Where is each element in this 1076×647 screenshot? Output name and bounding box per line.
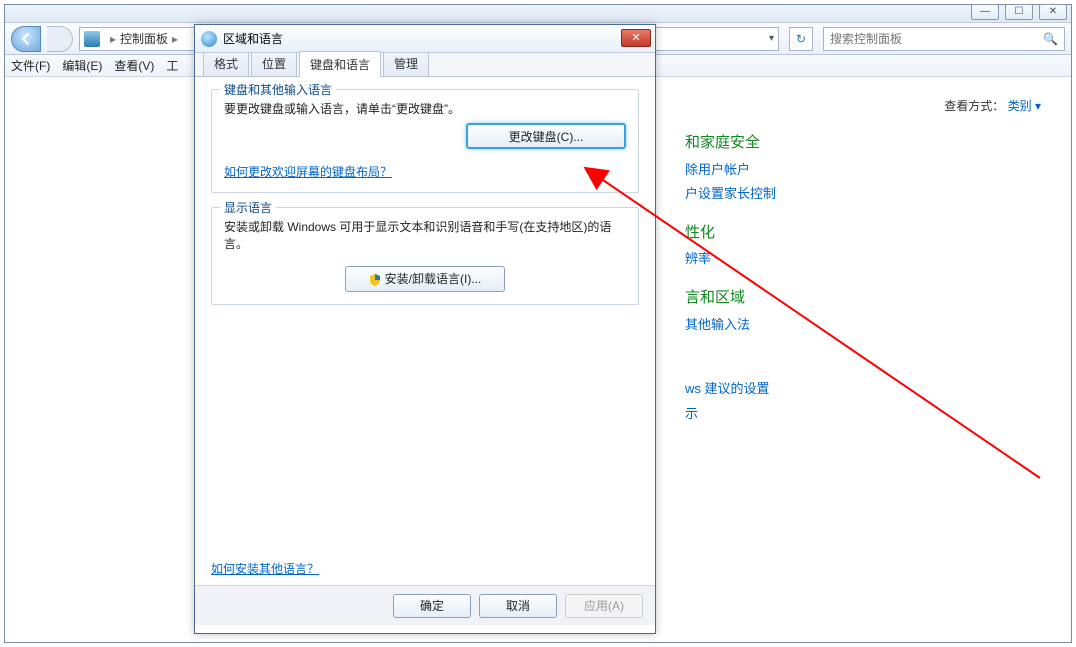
category-link[interactable]: 示 xyxy=(685,402,1011,427)
search-box[interactable]: 🔍 xyxy=(823,27,1065,51)
dialog-titlebar: 区域和语言 ✕ xyxy=(195,25,655,53)
menu-view[interactable]: 查看(V) xyxy=(114,57,154,74)
category-title-2[interactable]: 性化 xyxy=(685,219,1011,248)
category-link[interactable]: 除用户帐户 xyxy=(685,158,1011,183)
group-desc: 要更改键盘或输入语言，请单击“更改键盘”。 xyxy=(224,100,626,117)
apply-button[interactable]: 应用(A) xyxy=(565,594,643,618)
close-button[interactable]: ✕ xyxy=(1039,4,1067,20)
breadcrumb-sep-2: ▸ xyxy=(172,32,178,46)
category-link[interactable]: 户设置家长控制 xyxy=(685,182,1011,207)
ok-button[interactable]: 确定 xyxy=(393,594,471,618)
cancel-button[interactable]: 取消 xyxy=(479,594,557,618)
dialog-footer: 确定 取消 应用(A) xyxy=(195,585,655,625)
view-mode-label: 查看方式： xyxy=(944,99,1004,113)
titlebar: — ☐ ✕ xyxy=(5,5,1071,23)
group-title: 键盘和其他输入语言 xyxy=(220,81,336,98)
dialog-title: 区域和语言 xyxy=(223,30,283,47)
menu-tools[interactable]: 工 xyxy=(166,57,178,74)
category-link[interactable]: 其他输入法 xyxy=(685,313,1011,338)
change-keyboard-button[interactable]: 更改键盘(C)... xyxy=(466,123,626,149)
refresh-button[interactable]: ↻ xyxy=(789,27,813,51)
menu-edit[interactable]: 编辑(E) xyxy=(62,57,102,74)
view-mode: 查看方式： 类别 ▾ xyxy=(944,97,1041,114)
install-uninstall-language-button[interactable]: 安装/卸载语言(I)... xyxy=(345,266,505,292)
category-link[interactable]: 辨率 xyxy=(685,247,1011,272)
tab-admin[interactable]: 管理 xyxy=(383,50,429,76)
welcome-layout-link[interactable]: 如何更改欢迎屏幕的键盘布局？ xyxy=(224,165,392,179)
category-title-1[interactable]: 和家庭安全 xyxy=(685,129,1011,158)
category-link[interactable]: ws 建议的设置 xyxy=(685,377,1011,402)
menu-file[interactable]: 文件(F) xyxy=(11,57,50,74)
group-display-language: 显示语言 安装或卸载 Windows 可用于显示文本和识别语音和手写(在支持地区… xyxy=(211,207,639,305)
region-language-dialog: 区域和语言 ✕ 格式 位置 键盘和语言 管理 键盘和其他输入语言 要更改键盘或输… xyxy=(194,24,656,634)
globe-icon xyxy=(201,31,217,47)
install-other-language-link[interactable]: 如何安装其他语言？ xyxy=(211,562,319,576)
tab-location[interactable]: 位置 xyxy=(251,50,297,76)
group-desc: 安装或卸载 Windows 可用于显示文本和识别语音和手写(在支持地区)的语言。 xyxy=(224,218,626,252)
minimize-button[interactable]: — xyxy=(971,4,999,20)
nav-back-button[interactable] xyxy=(11,26,41,52)
breadcrumb-sep: ▸ xyxy=(110,32,116,46)
tab-keyboard-language[interactable]: 键盘和语言 xyxy=(299,51,381,77)
search-icon: 🔍 xyxy=(1043,32,1058,46)
control-panel-icon xyxy=(84,31,100,47)
group-title: 显示语言 xyxy=(220,199,276,216)
search-input[interactable] xyxy=(830,32,1043,46)
breadcrumb-root[interactable]: 控制面板 xyxy=(120,30,168,47)
category-title-3[interactable]: 言和区域 xyxy=(685,284,1011,313)
dialog-body: 键盘和其他输入语言 要更改键盘或输入语言，请单击“更改键盘”。 更改键盘(C).… xyxy=(195,77,655,585)
dialog-close-button[interactable]: ✕ xyxy=(621,29,651,47)
view-mode-value[interactable]: 类别 ▾ xyxy=(1008,99,1041,113)
nav-forward-button[interactable] xyxy=(47,26,73,52)
tab-format[interactable]: 格式 xyxy=(203,50,249,76)
tab-strip: 格式 位置 键盘和语言 管理 xyxy=(195,53,655,77)
maximize-button[interactable]: ☐ xyxy=(1005,4,1033,20)
group-keyboard: 键盘和其他输入语言 要更改键盘或输入语言，请单击“更改键盘”。 更改键盘(C).… xyxy=(211,89,639,193)
uac-shield-icon xyxy=(369,274,381,286)
address-dropdown-icon[interactable]: ▾ xyxy=(769,33,774,44)
